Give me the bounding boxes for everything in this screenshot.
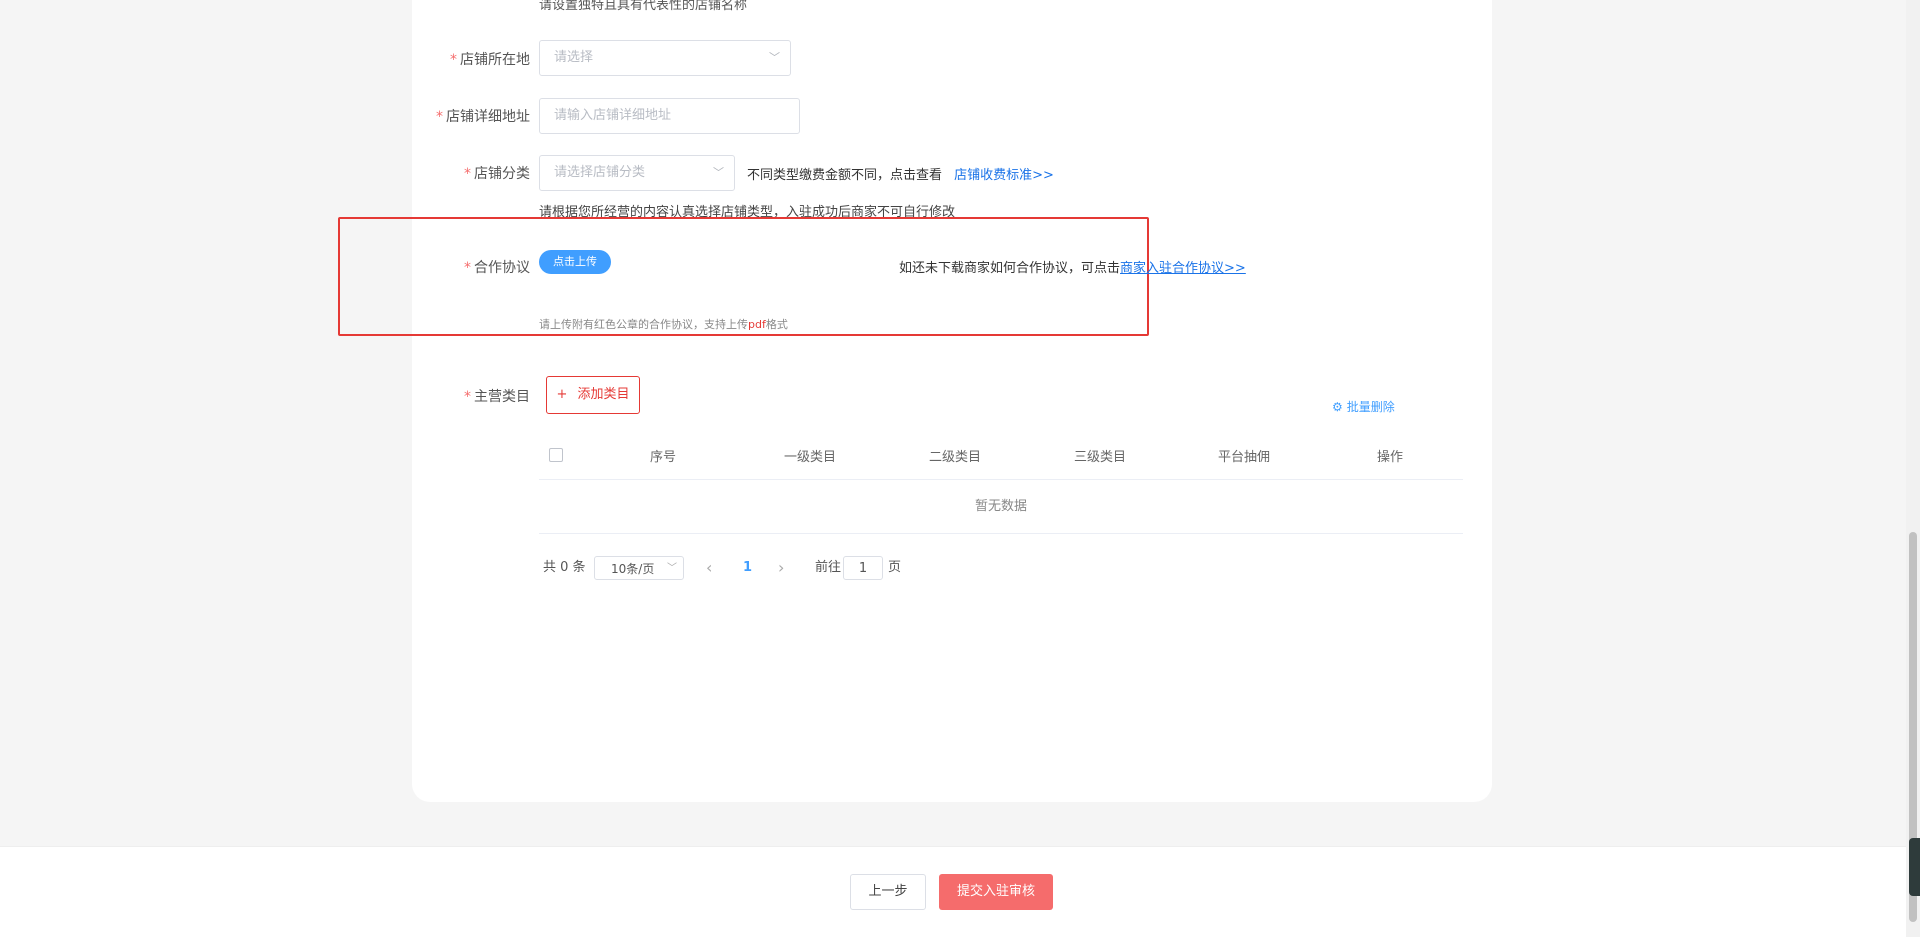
required-mark: * (464, 389, 471, 405)
pagination-total: 共 0 条 (543, 560, 586, 575)
fee-standard-link[interactable]: 店铺收费标准>> (954, 168, 1054, 183)
submit-review-button[interactable]: 提交入驻审核 (939, 874, 1053, 910)
table-empty-text: 暂无数据 (539, 480, 1463, 534)
chevron-down-icon: ﹀ (713, 166, 724, 179)
category-select[interactable]: 请选择店铺分类 ﹀ (539, 155, 735, 191)
prev-page-button[interactable]: ‹ (706, 556, 712, 580)
page-size-select[interactable]: 10条/页 ﹀ (594, 556, 684, 580)
select-all-checkbox[interactable] (549, 448, 563, 462)
category-label: * 店铺分类 (464, 166, 530, 182)
page-scrollbar[interactable] (1906, 0, 1920, 937)
required-mark: * (464, 166, 471, 182)
main-category-label: * 主营类目 (464, 389, 530, 405)
agreement-download-link[interactable]: 商家入驻合作协议>> (1120, 261, 1246, 276)
address-label: * 店铺详细地址 (436, 109, 530, 125)
address-input[interactable]: 请输入店铺详细地址 (539, 98, 800, 134)
column-header: 操作 (1376, 450, 1403, 465)
column-header: 二级类目 (928, 450, 981, 465)
goto-page-input[interactable]: 1 (843, 556, 883, 580)
store-name-hint: 请设置独特且具有代表性的店铺名称 (539, 0, 748, 13)
column-header: 平台抽佣 (1217, 450, 1270, 465)
chevron-down-icon: ﹀ (769, 51, 780, 64)
agreement-upload-hint: 请上传附有红色公章的合作协议，支持上传pdf格式 (539, 318, 788, 331)
required-mark: * (464, 260, 471, 276)
agreement-download-note: 如还未下载商家如何合作协议，可点击商家入驻合作协议>> (899, 261, 1246, 276)
location-label: * 店铺所在地 (450, 52, 530, 68)
side-widget-icon[interactable] (1909, 838, 1920, 896)
next-page-button[interactable]: › (778, 556, 784, 580)
table-header: 序号 一级类目 二级类目 三级类目 平台抽佣 操作 (539, 432, 1463, 480)
category-table: 序号 一级类目 二级类目 三级类目 平台抽佣 操作 暂无数据 (539, 432, 1463, 534)
goto-prefix: 前往 (815, 560, 842, 575)
location-select[interactable]: 请选择 ﹀ (539, 40, 791, 76)
column-header: 三级类目 (1073, 450, 1126, 465)
column-header: 序号 (649, 450, 676, 465)
agreement-label: * 合作协议 (464, 260, 530, 276)
chevron-down-icon: ﹀ (667, 563, 677, 574)
gear-icon: ⚙ (1332, 400, 1343, 414)
required-mark: * (450, 52, 457, 68)
batch-delete-button[interactable]: ⚙ 批量删除 (1332, 398, 1395, 415)
page-number-current[interactable]: 1 (743, 556, 752, 580)
add-category-button[interactable]: + 添加类目 (546, 376, 640, 414)
prev-step-button[interactable]: 上一步 (850, 874, 926, 910)
goto-suffix: 页 (888, 560, 902, 575)
category-fee-note: 不同类型缴费金额不同，点击查看 店铺收费标准>> (747, 168, 1054, 183)
column-header: 一级类目 (783, 450, 836, 465)
required-mark: * (436, 109, 443, 125)
upload-button[interactable]: 点击上传 (539, 250, 611, 274)
plus-icon: + (556, 387, 568, 402)
